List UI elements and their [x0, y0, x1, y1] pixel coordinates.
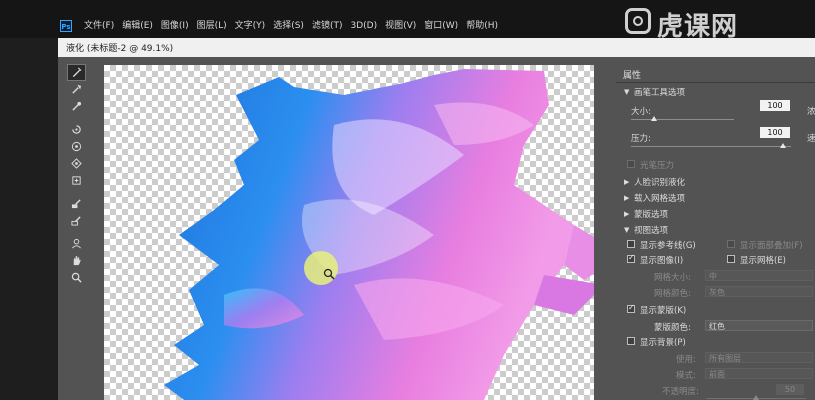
- section-mask-options[interactable]: ▶ 蒙版选项: [616, 207, 815, 221]
- hand-tool-icon[interactable]: [68, 253, 85, 268]
- section-view-options[interactable]: ▼ 视图选项: [616, 223, 815, 237]
- show-mask-checkbox[interactable]: [627, 303, 635, 313]
- rate-label: 速率:: [807, 134, 815, 144]
- use-label: 使用:: [676, 355, 696, 365]
- app-menubar-area: Ps 文件(F) 编辑(E) 图像(I) 图层(L) 文字(Y) 选择(S) 滤…: [0, 0, 815, 42]
- section-face-aware[interactable]: ▶ 人脸识别液化: [616, 175, 815, 189]
- bloat-tool-icon[interactable]: [68, 156, 85, 171]
- stylus-pressure-label: 光笔压力: [640, 161, 675, 171]
- liquify-toolbox: [67, 64, 86, 287]
- preview-canvas[interactable]: [104, 65, 594, 400]
- show-face-overlay-label: 显示面部叠加(F): [740, 241, 803, 251]
- show-face-overlay-checkbox[interactable]: [727, 240, 735, 248]
- show-guides-checkbox[interactable]: [627, 240, 635, 248]
- freeze-mask-tool-icon[interactable]: [68, 196, 85, 211]
- menu-type[interactable]: 文字(Y): [235, 19, 266, 33]
- pressure-slider[interactable]: [631, 146, 791, 147]
- twirl-clockwise-tool-icon[interactable]: [68, 122, 85, 137]
- menu-file[interactable]: 文件(F): [84, 19, 114, 33]
- dialog-titlebar: 液化 (未标题-2 @ 49.1%): [58, 38, 815, 57]
- show-backdrop-label: 显示背景(P): [640, 338, 686, 348]
- properties-panel: 属性 ▼ 画笔工具选项 大小: 100 浓度: 压力: 100 速率: 光笔压力…: [616, 65, 815, 400]
- zoom-tool-icon[interactable]: [68, 270, 85, 285]
- menu-help[interactable]: 帮助(H): [466, 19, 498, 33]
- show-mask-label: 显示蒙版(K): [640, 306, 687, 316]
- face-tool-icon[interactable]: [68, 236, 85, 251]
- smooth-tool-icon[interactable]: [68, 99, 85, 114]
- chevron-right-icon: ▶: [624, 178, 630, 186]
- size-input[interactable]: 100: [760, 100, 790, 111]
- menu-layer[interactable]: 图层(L): [197, 19, 227, 33]
- mask-color-label: 蒙版颜色:: [654, 323, 691, 333]
- brush-cursor: [304, 251, 338, 285]
- menu-filter[interactable]: 滤镜(T): [312, 19, 343, 33]
- size-label: 大小:: [631, 107, 651, 117]
- section-brush-options[interactable]: ▼ 画笔工具选项: [616, 85, 815, 99]
- opacity-slider-handle[interactable]: [753, 395, 759, 400]
- menu-image[interactable]: 图像(I): [161, 19, 189, 33]
- size-slider[interactable]: [631, 119, 734, 120]
- show-guides-label: 显示参考线(G): [640, 241, 696, 251]
- opacity-label: 不透明度:: [662, 387, 699, 397]
- push-left-tool-icon[interactable]: [68, 173, 85, 188]
- thaw-mask-tool-icon[interactable]: [68, 213, 85, 228]
- menu-edit[interactable]: 编辑(E): [122, 19, 153, 33]
- photoshop-logo: Ps: [60, 20, 72, 32]
- pucker-tool-icon[interactable]: [68, 139, 85, 154]
- chevron-down-icon: ▼: [624, 226, 630, 234]
- show-backdrop-checkbox[interactable]: [627, 337, 635, 345]
- mesh-color-label: 网格颜色:: [654, 289, 691, 299]
- menu-select[interactable]: 选择(S): [273, 19, 304, 33]
- show-image-checkbox[interactable]: [627, 253, 635, 263]
- panel-title: 属性: [623, 71, 642, 81]
- dialog-title: 液化 (未标题-2 @ 49.1%): [66, 44, 174, 54]
- watermark-logo-icon: [625, 8, 651, 34]
- menu-window[interactable]: 窗口(W): [424, 19, 458, 33]
- section-load-mesh[interactable]: ▶ 载入网格选项: [616, 191, 815, 205]
- chevron-right-icon: ▶: [624, 194, 630, 202]
- mesh-size-select[interactable]: 中: [705, 270, 813, 281]
- chevron-right-icon: ▶: [624, 210, 630, 218]
- show-mesh-label: 显示网格(E): [740, 256, 787, 266]
- show-mesh-checkbox[interactable]: [727, 255, 735, 263]
- forward-warp-tool-icon[interactable]: [67, 64, 86, 81]
- opacity-input[interactable]: 50: [776, 384, 804, 395]
- mode-label: 模式:: [676, 371, 696, 381]
- liquify-dialog: 液化 (未标题-2 @ 49.1%) 属性 ▼ 画笔工具选项 大小: 100 浓…: [58, 38, 815, 400]
- mask-color-select[interactable]: 红色: [705, 320, 813, 331]
- reconstruct-tool-icon[interactable]: [68, 82, 85, 97]
- size-slider-handle[interactable]: [650, 116, 657, 121]
- show-image-label: 显示图像(I): [640, 256, 684, 266]
- mesh-size-label: 网格大小:: [654, 273, 691, 283]
- stylus-pressure-checkbox[interactable]: [627, 160, 635, 168]
- menu-3d[interactable]: 3D(D): [350, 19, 377, 33]
- mesh-color-select[interactable]: 灰色: [705, 286, 813, 297]
- menu-bar: 文件(F) 编辑(E) 图像(I) 图层(L) 文字(Y) 选择(S) 滤镜(T…: [84, 19, 498, 33]
- pressure-label: 压力:: [631, 134, 651, 144]
- chevron-down-icon: ▼: [624, 88, 630, 96]
- density-label: 浓度:: [807, 107, 815, 117]
- pressure-slider-handle[interactable]: [780, 143, 786, 148]
- use-select[interactable]: 所有图层: [705, 352, 813, 363]
- liquified-artwork: [164, 69, 594, 400]
- pressure-input[interactable]: 100: [760, 127, 790, 138]
- watermark: 虎课网: [625, 4, 815, 42]
- mode-select[interactable]: 前面: [705, 368, 813, 379]
- menu-view[interactable]: 视图(V): [385, 19, 416, 33]
